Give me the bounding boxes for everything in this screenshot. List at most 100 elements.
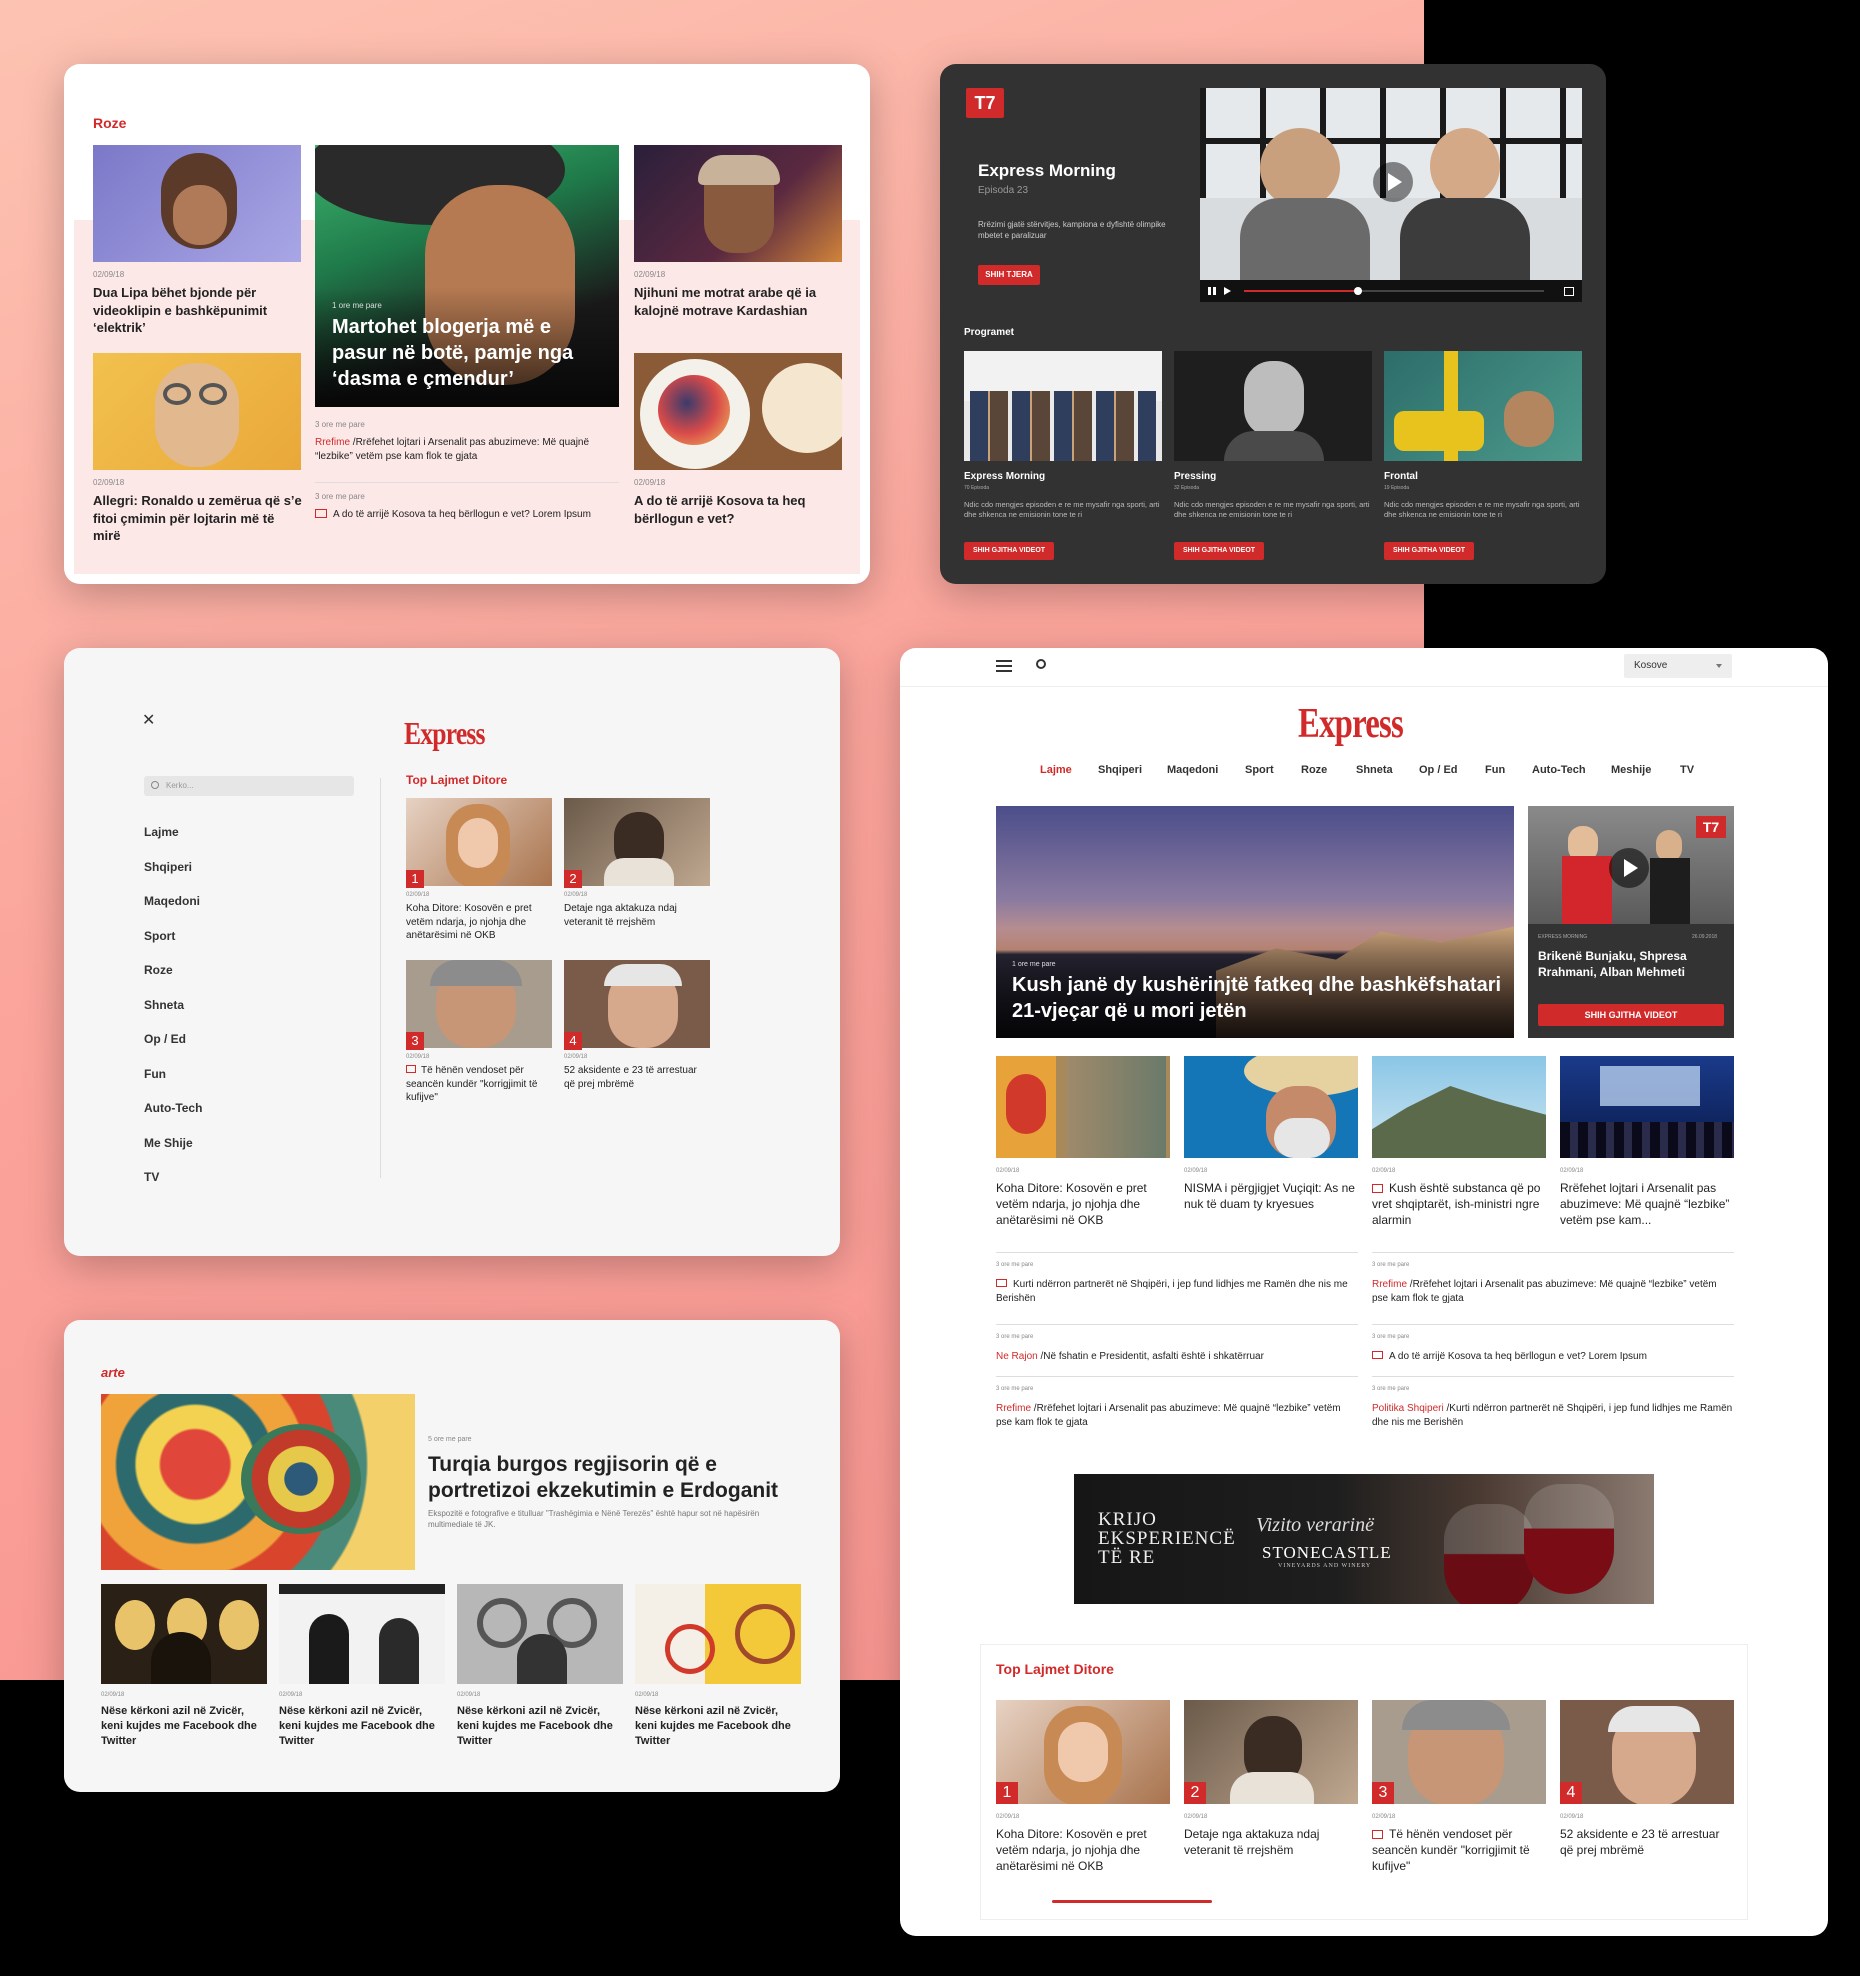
- search-field[interactable]: Kerko...: [144, 776, 354, 796]
- menu-item-me-shije[interactable]: Me Shije: [144, 1135, 193, 1151]
- menu-item-lajme[interactable]: Lajme: [144, 824, 179, 840]
- next-icon[interactable]: [1224, 287, 1231, 295]
- video-title[interactable]: Brikenë Bunjaku, Shpresa Rrahmani, Alban…: [1538, 948, 1728, 980]
- video-player[interactable]: [1200, 88, 1582, 302]
- pause-icon[interactable]: [1208, 287, 1216, 295]
- menu-item-maqedoni[interactable]: Maqedoni: [144, 893, 200, 909]
- express-logo[interactable]: Express: [1298, 696, 1404, 753]
- list-item[interactable]: Politika Shqiperi /Kurti ndërron partner…: [1372, 1402, 1734, 1429]
- article-title[interactable]: A do të arrijë Kosova ta heq bërllogun e…: [634, 492, 842, 527]
- top-news-image[interactable]: [564, 960, 710, 1048]
- program-videos-button[interactable]: SHIH GJITHA VIDEOT: [1174, 542, 1264, 560]
- nav-item-maqedoni[interactable]: Maqedoni: [1167, 764, 1218, 776]
- top-news-title[interactable]: Koha Ditore: Kosovën e pret vetëm ndarja…: [406, 902, 552, 943]
- nav-item-shneta[interactable]: Shneta: [1356, 764, 1393, 776]
- nav-item-fun[interactable]: Fun: [1485, 764, 1505, 776]
- list-item[interactable]: A do të arrijë Kosova ta heq bërllogun e…: [1372, 1350, 1734, 1364]
- fullscreen-icon[interactable]: [1564, 287, 1574, 296]
- play-icon[interactable]: [1609, 848, 1649, 888]
- article-title[interactable]: Allegri: Ronaldo u zemërua që s’e fitoi …: [93, 492, 305, 545]
- top-news-image[interactable]: [406, 798, 552, 886]
- nav-item-roze[interactable]: Roze: [1301, 764, 1327, 776]
- nav-item-meshije[interactable]: Meshije: [1611, 764, 1651, 776]
- region-select[interactable]: Kosove: [1624, 654, 1732, 678]
- menu-item-fun[interactable]: Fun: [144, 1066, 166, 1082]
- menu-item-sport[interactable]: Sport: [144, 928, 175, 944]
- program-name[interactable]: Frontal: [1384, 470, 1418, 484]
- advertisement-banner[interactable]: KRIJO EKSPERIENCË TË RE Vizito verarinë …: [1074, 1474, 1654, 1604]
- article-image[interactable]: [1184, 1056, 1358, 1158]
- featured-title[interactable]: Turqia burgos regjisorin që e portretizo…: [428, 1452, 798, 1505]
- all-videos-button[interactable]: SHIH GJITHA VIDEOT: [1538, 1004, 1724, 1026]
- nav-item-tv[interactable]: TV: [1680, 764, 1694, 776]
- list-item[interactable]: Rrefime /Rrëfehet lojtari i Arsenalit pa…: [1372, 1278, 1734, 1305]
- article-image[interactable]: [93, 145, 301, 262]
- menu-item-op-ed[interactable]: Op / Ed: [144, 1031, 186, 1047]
- list-item[interactable]: Kurti ndërron partnerët në Shqipëri, i j…: [996, 1278, 1358, 1305]
- program-name[interactable]: Express Morning: [964, 470, 1045, 484]
- top-news-title[interactable]: 52 aksidente e 23 të arrestuar që prej m…: [564, 1064, 710, 1091]
- article-image[interactable]: [1372, 1056, 1546, 1158]
- program-image[interactable]: [1384, 351, 1582, 461]
- article-image[interactable]: [279, 1584, 445, 1684]
- close-icon[interactable]: ✕: [142, 710, 155, 732]
- article-title[interactable]: Dua Lipa bëhet bjonde për videoklipin e …: [93, 284, 301, 337]
- program-videos-button[interactable]: SHIH GJITHA VIDEOT: [1384, 542, 1474, 560]
- top-news-image[interactable]: [406, 960, 552, 1048]
- top-news-image[interactable]: [1184, 1700, 1358, 1804]
- top-news-image[interactable]: [1372, 1700, 1546, 1804]
- article-title[interactable]: Nëse kërkoni azil në Zvicër, keni kujdes…: [101, 1704, 267, 1749]
- arte-logo[interactable]: arte: [101, 1364, 125, 1382]
- article-title[interactable]: Njihuni me motrat arabe që ia kalojnë mo…: [634, 284, 842, 319]
- top-news-title[interactable]: 52 aksidente e 23 të arrestuar që prej m…: [1560, 1826, 1736, 1858]
- search-icon[interactable]: [1036, 659, 1046, 669]
- program-name[interactable]: Pressing: [1174, 470, 1216, 484]
- nav-item-op-ed[interactable]: Op / Ed: [1419, 764, 1458, 776]
- t7-logo[interactable]: T7: [966, 88, 1004, 118]
- article-title[interactable]: Kush është substanca që po vret shqiptar…: [1372, 1180, 1548, 1229]
- top-news-title[interactable]: Detaje nga aktakuza ndaj veteranit të rr…: [564, 902, 710, 929]
- program-videos-button[interactable]: SHIH GJITHA VIDEOT: [964, 542, 1054, 560]
- nav-item-sport[interactable]: Sport: [1245, 764, 1274, 776]
- t7-logo[interactable]: T7: [1696, 816, 1726, 838]
- featured-title[interactable]: Martohet blogerja më e pasur në botë, pa…: [332, 314, 602, 392]
- top-news-image[interactable]: [564, 798, 710, 886]
- hamburger-menu-icon[interactable]: [996, 660, 1012, 672]
- article-title[interactable]: Nëse kërkoni azil në Zvicër, keni kujdes…: [635, 1704, 801, 1749]
- top-news-title[interactable]: Të hënën vendoset për seancën kundër "ko…: [406, 1064, 552, 1105]
- program-image[interactable]: [964, 351, 1162, 461]
- list-item[interactable]: Rrefime /Rrëfehet lojtari i Arsenalit pa…: [996, 1402, 1358, 1429]
- top-news-title[interactable]: Detaje nga aktakuza ndaj veteranit të rr…: [1184, 1826, 1360, 1858]
- nav-item-shqiperi[interactable]: Shqiperi: [1098, 764, 1142, 776]
- article-image[interactable]: [1560, 1056, 1734, 1158]
- menu-item-auto-tech[interactable]: Auto-Tech: [144, 1100, 202, 1116]
- top-news-image[interactable]: [1560, 1700, 1734, 1804]
- article-title[interactable]: Nëse kërkoni azil në Zvicër, keni kujdes…: [279, 1704, 445, 1749]
- list-item[interactable]: Rrefime /Rrëfehet lojtari i Arsenalit pa…: [315, 436, 619, 463]
- list-item[interactable]: A do të arrijë Kosova ta heq bërllogun e…: [315, 508, 619, 522]
- nav-item-lajme[interactable]: Lajme: [1040, 764, 1072, 776]
- program-image[interactable]: [1174, 351, 1372, 461]
- article-image[interactable]: [101, 1584, 267, 1684]
- progress-track[interactable]: [1244, 287, 1544, 295]
- play-icon[interactable]: [1373, 162, 1413, 202]
- article-title[interactable]: Koha Ditore: Kosovën e pret vetëm ndarja…: [996, 1180, 1172, 1229]
- menu-item-shqiperi[interactable]: Shqiperi: [144, 859, 192, 875]
- article-image[interactable]: [996, 1056, 1170, 1158]
- article-image[interactable]: [457, 1584, 623, 1684]
- nav-item-auto-tech[interactable]: Auto-Tech: [1532, 764, 1586, 776]
- article-image[interactable]: [93, 353, 301, 470]
- article-title[interactable]: Nëse kërkoni azil në Zvicër, keni kujdes…: [457, 1704, 623, 1749]
- list-item[interactable]: Ne Rajon /Në fshatin e Presidentit, asfa…: [996, 1350, 1358, 1364]
- article-image[interactable]: [635, 1584, 801, 1684]
- top-news-title[interactable]: Koha Ditore: Kosovën e pret vetëm ndarja…: [996, 1826, 1172, 1875]
- article-image[interactable]: [634, 145, 842, 262]
- carousel-indicator[interactable]: [1052, 1900, 1212, 1903]
- progress-knob[interactable]: [1354, 287, 1362, 295]
- article-title[interactable]: Rrëfehet lojtari i Arsenalit pas abuzime…: [1560, 1180, 1736, 1229]
- hero-title[interactable]: Kush janë dy kushërinjtë fatkeq dhe bash…: [1012, 972, 1512, 1025]
- menu-item-roze[interactable]: Roze: [144, 962, 173, 978]
- menu-item-shneta[interactable]: Shneta: [144, 997, 184, 1013]
- top-news-image[interactable]: [996, 1700, 1170, 1804]
- featured-image[interactable]: [101, 1394, 415, 1570]
